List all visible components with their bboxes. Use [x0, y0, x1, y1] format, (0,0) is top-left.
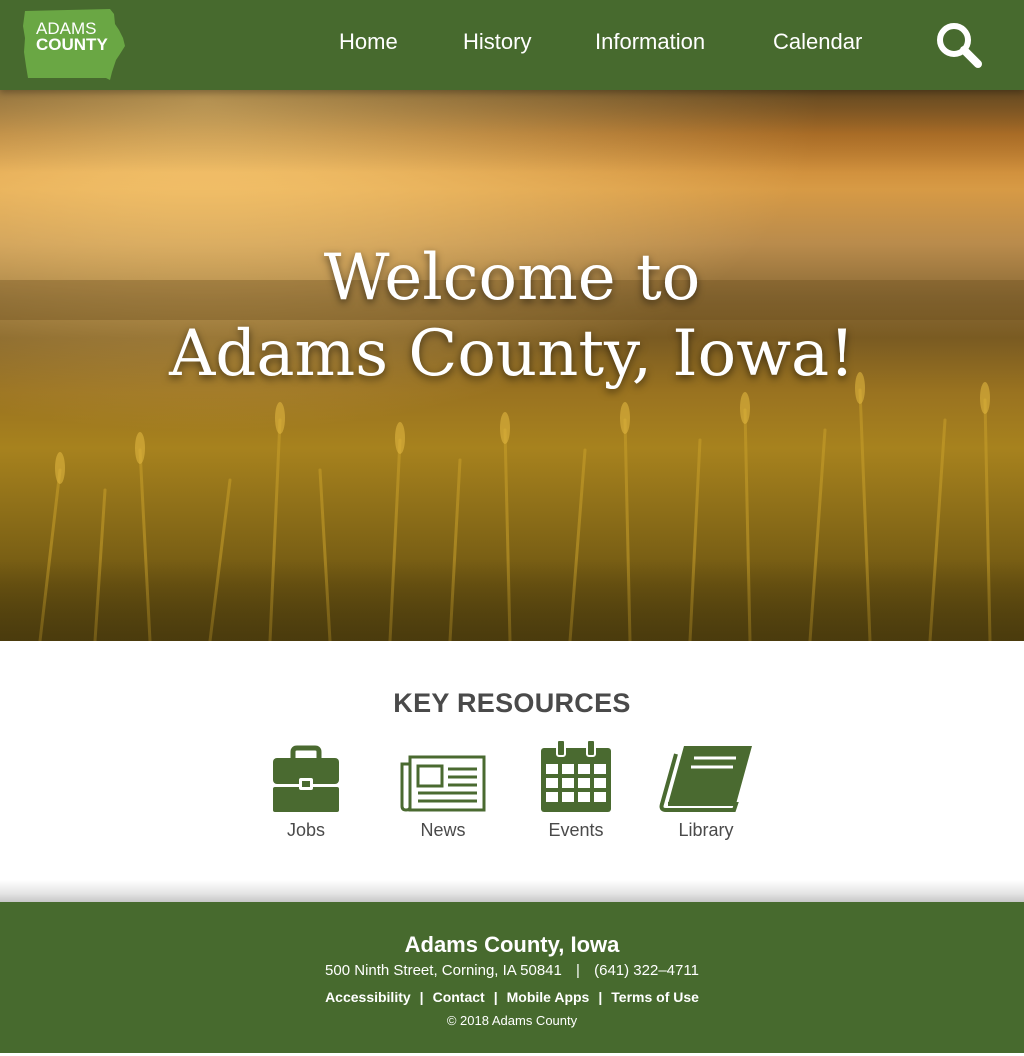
- calendar-icon: [541, 740, 611, 812]
- nav-history[interactable]: History: [463, 29, 531, 55]
- footer-link-terms[interactable]: Terms of Use: [611, 989, 699, 1005]
- search-icon: [937, 23, 982, 68]
- book-icon: [659, 746, 752, 812]
- nav-calendar[interactable]: Calendar: [773, 29, 862, 55]
- search-button[interactable]: [934, 20, 986, 70]
- resource-jobs-label: Jobs: [286, 820, 326, 840]
- hero-heading: Welcome to Adams County, Iowa!: [0, 240, 1024, 392]
- logo-line-county: COUNTY: [36, 35, 108, 54]
- footer-phone[interactable]: (641) 322–4711: [594, 962, 699, 979]
- key-resources-title: KEY RESOURCES: [393, 688, 631, 718]
- resource-news[interactable]: News: [388, 740, 498, 850]
- footer-county-name: Adams County, Iowa: [404, 932, 620, 957]
- section-divider: [0, 880, 1024, 902]
- site-footer: Adams County, Iowa 500 Ninth Street, Cor…: [0, 902, 1024, 1056]
- nav-home[interactable]: Home: [339, 29, 398, 55]
- resource-library[interactable]: Library: [651, 740, 761, 850]
- newspaper-icon: [400, 755, 486, 812]
- footer-links: Accessibility | Contact | Mobile Apps | Terms …: [325, 989, 699, 1005]
- hero-banner: Welcome to Adams County, Iowa!: [0, 90, 1024, 641]
- footer-link-contact[interactable]: Contact: [433, 989, 485, 1005]
- footer-copyright: © 2018 Adams County: [446, 1013, 578, 1028]
- footer-separator: |: [576, 962, 580, 979]
- resource-events[interactable]: Events: [521, 740, 631, 850]
- nav-information[interactable]: Information: [595, 29, 705, 55]
- footer-contact-line: 500 Ninth Street, Corning, IA 50841 | (6…: [0, 962, 1024, 979]
- footer-address: 500 Ninth Street, Corning, IA 50841: [325, 962, 562, 979]
- site-header: ADAMS COUNTY Home History Information Ca…: [0, 0, 1024, 90]
- resource-news-label: News: [420, 820, 466, 840]
- briefcase-icon: [273, 745, 339, 812]
- resource-library-label: Library: [678, 820, 734, 840]
- resource-jobs[interactable]: Jobs: [251, 740, 361, 850]
- footer-link-mobile-apps[interactable]: Mobile Apps: [507, 989, 590, 1005]
- resource-events-label: Events: [548, 820, 604, 840]
- hero-heading-line2: Adams County, Iowa!: [169, 317, 855, 391]
- hero-heading-line1: Welcome to: [323, 241, 701, 315]
- site-logo[interactable]: ADAMS COUNTY: [22, 8, 128, 84]
- footer-link-accessibility[interactable]: Accessibility: [325, 989, 411, 1005]
